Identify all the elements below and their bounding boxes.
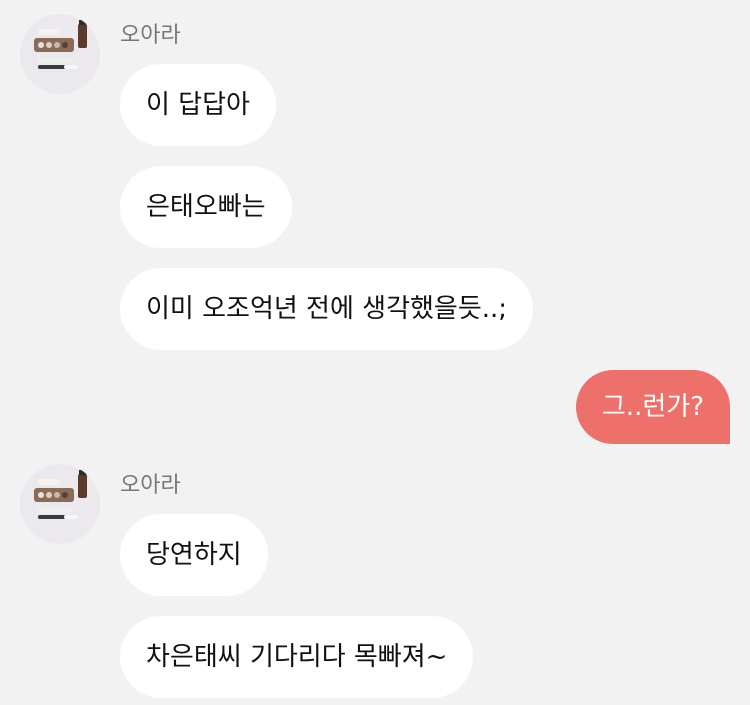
message-bubble-incoming[interactable]: 당연하지 — [120, 514, 268, 596]
message-bubble-incoming[interactable]: 차은태씨 기다리다 목빠져~ — [120, 616, 474, 698]
message-bubble-incoming[interactable]: 은태오빠는 — [120, 166, 292, 248]
sender-name: 오아라 — [120, 23, 181, 48]
message-bubble-incoming[interactable]: 이미 오조억년 전에 생각했을듯..; — [120, 268, 534, 350]
profile-photo-products-icon — [20, 464, 100, 544]
sender-name: 오아라 — [120, 473, 181, 498]
message-bubble-incoming[interactable]: 이 답답아 — [120, 64, 276, 146]
sender-avatar[interactable] — [20, 14, 100, 94]
profile-photo-products-icon — [20, 14, 100, 94]
sender-avatar[interactable] — [20, 464, 100, 544]
chat-conversation: 오아라 이 답답아 은태오빠는 이미 오조억년 전에 생각했을듯..; 그..런… — [0, 0, 750, 705]
message-bubble-outgoing[interactable]: 그..런가? — [575, 370, 730, 444]
